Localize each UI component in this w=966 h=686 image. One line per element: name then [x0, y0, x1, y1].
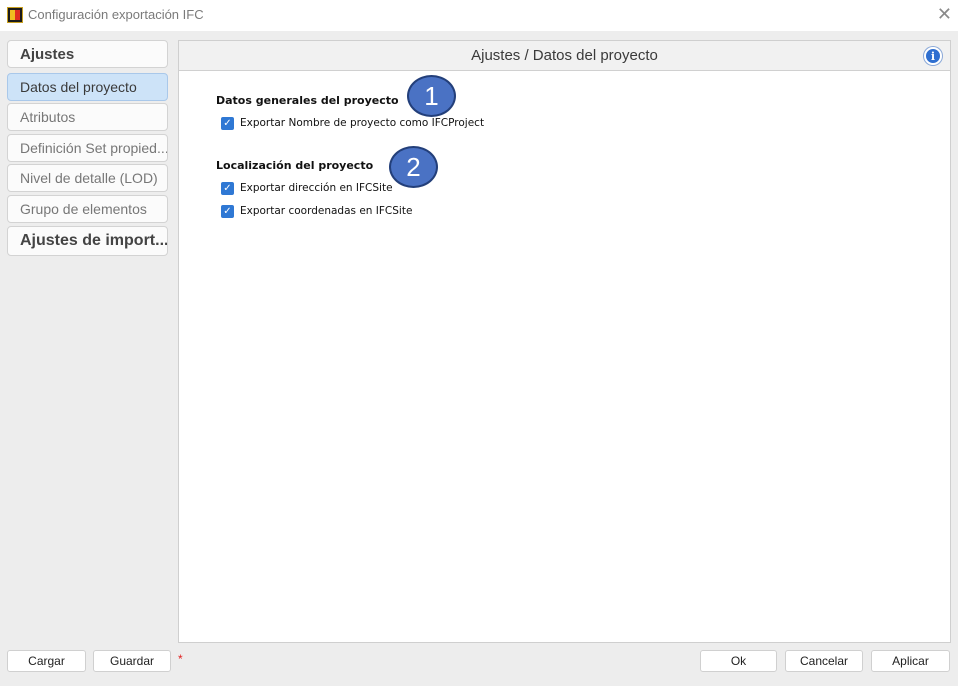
sidebar-item-grupo-elementos[interactable]: Grupo de elementos: [7, 195, 168, 223]
sidebar-header-ajustes[interactable]: Ajustes: [7, 40, 168, 68]
callout-badge-2: 2: [389, 146, 438, 188]
sidebar-header-ajustes-import[interactable]: Ajustes de import...: [7, 226, 168, 256]
checkmark-icon: ✓: [221, 205, 234, 218]
sidebar-item-datos-proyecto[interactable]: Datos del proyecto: [7, 73, 168, 101]
app-logo-icon: [7, 7, 23, 23]
sidebar-item-definicion-set[interactable]: Definición Set propied...: [7, 134, 168, 162]
checkbox-label: Exportar Nombre de proyecto como IFCProj…: [240, 117, 485, 129]
window-title: Configuración exportación IFC: [28, 7, 204, 22]
panel-header: Ajustes / Datos del proyecto i: [179, 41, 950, 71]
checkmark-icon: ✓: [221, 182, 234, 195]
checkbox-label: Exportar dirección en IFCSite: [240, 182, 393, 194]
checkmark-icon: ✓: [221, 117, 234, 130]
checkbox-label: Exportar coordenadas en IFCSite: [240, 205, 413, 217]
section-title-datos-generales: Datos generales del proyecto: [216, 94, 399, 107]
close-icon[interactable]: ✕: [937, 4, 952, 25]
load-button[interactable]: Cargar: [7, 650, 86, 672]
info-icon[interactable]: i: [924, 47, 942, 65]
unsaved-changes-marker: *: [178, 652, 183, 666]
section-title-localizacion: Localización del proyecto: [216, 159, 374, 172]
panel-title: Ajustes / Datos del proyecto: [471, 47, 658, 64]
callout-badge-1: 1: [407, 75, 456, 117]
cancel-button[interactable]: Cancelar: [785, 650, 863, 672]
title-bar: Configuración exportación IFC ✕: [0, 0, 966, 31]
settings-panel: Ajustes / Datos del proyecto i Datos gen…: [178, 40, 951, 643]
apply-button[interactable]: Aplicar: [871, 650, 950, 672]
sidebar-item-atributos[interactable]: Atributos: [7, 103, 168, 131]
sidebar-item-nivel-detalle[interactable]: Nivel de detalle (LOD): [7, 164, 168, 192]
ok-button[interactable]: Ok: [700, 650, 777, 672]
save-button[interactable]: Guardar: [93, 650, 171, 672]
